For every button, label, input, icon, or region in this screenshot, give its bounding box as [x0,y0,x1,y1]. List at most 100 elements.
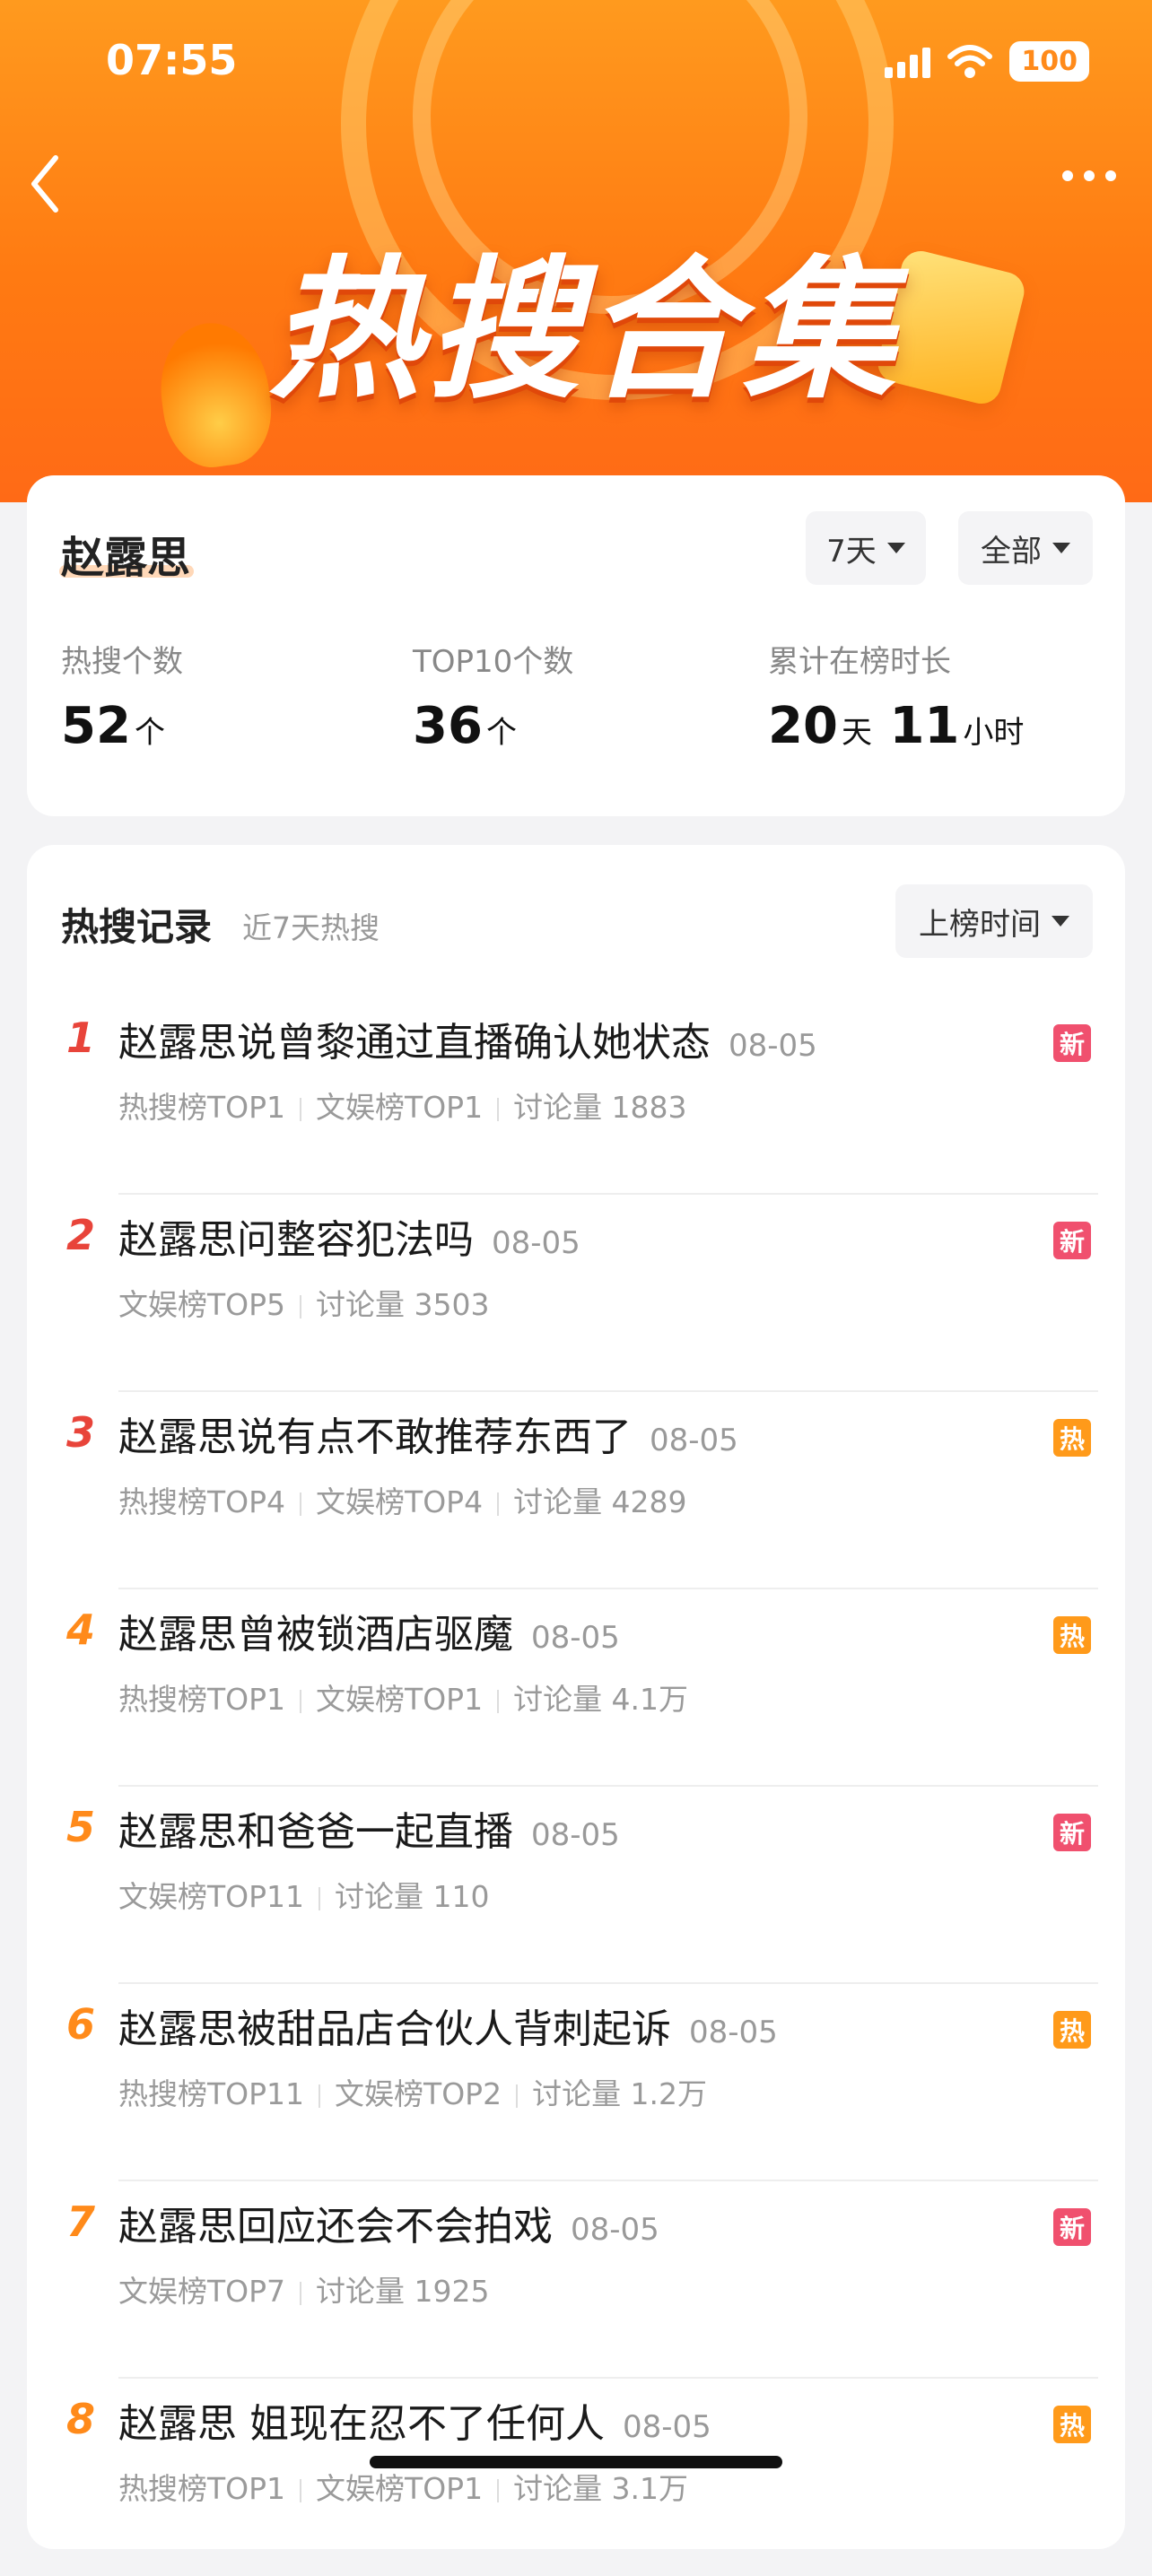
list-item[interactable]: 2 赵露思问整容犯法吗 08-05 文娱榜TOP5 讨论量 3503 新 [27,1195,1125,1392]
status-badge: 新 [1053,1814,1091,1851]
records-subtitle: 近7天热搜 [242,910,380,945]
caret-down-icon [1052,916,1069,927]
stat-value: 20 天 11 小时 [768,697,1025,755]
meta-separator [300,2478,302,2502]
item-meta: 文娱榜TOP5 讨论量 3503 [118,1281,490,1324]
meta-separator [300,1689,302,1713]
meta-text: 讨论量 110 [335,1879,490,1914]
status-badge: 热 [1053,2011,1091,2049]
item-date: 08-05 [650,1423,738,1458]
meta-text: 文娱榜TOP4 [316,1484,484,1519]
rank-number: 7 [65,2197,95,2246]
list-item[interactable]: 3 赵露思说有点不敢推荐东西了 08-05 热搜榜TOP4 文娱榜TOP4 讨论量 428… [27,1392,1125,1589]
stat-top10-count: TOP10个数 36 个 [413,637,573,755]
item-meta: 热搜榜TOP1 文娱榜TOP1 讨论量 1883 [118,1083,687,1127]
back-icon[interactable] [27,152,63,215]
stat-label: TOP10个数 [413,644,574,680]
item-date: 08-05 [729,1028,817,1064]
meta-separator [516,2084,519,2108]
meta-separator [319,2084,321,2108]
item-date: 08-05 [689,2015,778,2050]
item-meta: 文娱榜TOP7 讨论量 1925 [118,2267,490,2311]
stat-total-duration: 累计在榜时长 20 天 11 小时 [768,637,1024,755]
days-filter-button[interactable]: 7天 [806,511,926,585]
meta-text: 讨论量 1.2万 [532,2076,708,2111]
meta-separator [319,1886,321,1910]
person-name: 赵露思 [61,533,191,583]
item-title: 赵露思回应还会不会拍戏 08-05 [118,2204,659,2250]
meta-text: 文娱榜TOP2 [335,2076,502,2111]
item-title: 赵露思和爸爸一起直播 08-05 [118,1809,620,1855]
scope-filter-button[interactable]: 全部 [958,511,1093,585]
sort-button[interactable]: 上榜时间 [895,884,1093,958]
rank-number: 5 [65,1803,95,1851]
rank-number: 3 [65,1408,95,1457]
rank-number: 8 [65,2395,95,2443]
meta-separator [497,1492,500,1516]
meta-separator [300,1492,302,1516]
item-meta: 热搜榜TOP1 文娱榜TOP1 讨论量 4.1万 [118,1675,688,1719]
meta-text: 讨论量 3.1万 [513,2471,689,2506]
rank-number: 6 [65,2000,95,2049]
meta-text: 讨论量 1925 [316,2274,490,2309]
meta-text: 热搜榜TOP11 [118,2076,305,2111]
stat-value: 36 个 [413,697,517,755]
status-badge: 新 [1053,2208,1091,2246]
meta-text: 文娱榜TOP1 [316,2471,484,2506]
status-badge: 热 [1053,1616,1091,1654]
item-meta: 文娱榜TOP11 讨论量 110 [118,1873,490,1916]
list-item[interactable]: 7 赵露思回应还会不会拍戏 08-05 文娱榜TOP7 讨论量 1925 新 [27,2181,1125,2379]
meta-text: 讨论量 4289 [513,1484,687,1519]
list-item[interactable]: 1 赵露思说曾黎通过直播确认她状态 08-05 热搜榜TOP1 文娱榜TOP1 讨论量 1… [27,997,1125,1195]
rank-number: 1 [65,1014,95,1062]
meta-text: 讨论量 4.1万 [513,1682,689,1717]
meta-separator [497,2478,500,2502]
meta-text: 热搜榜TOP1 [118,1090,286,1125]
status-time: 07:55 [106,36,238,84]
item-title: 赵露思说有点不敢推荐东西了 08-05 [118,1414,738,1460]
more-icon[interactable] [1062,170,1116,181]
item-date: 08-05 [571,2212,659,2248]
item-title: 赵露思被甜品店合伙人背刺起诉 08-05 [118,2006,778,2052]
meta-text: 文娱榜TOP11 [118,1879,305,1914]
meta-text: 讨论量 3503 [316,1287,490,1322]
meta-text: 热搜榜TOP4 [118,1484,286,1519]
list-item[interactable]: 5 赵露思和爸爸一起直播 08-05 文娱榜TOP11 讨论量 110 新 [27,1787,1125,1984]
item-meta: 热搜榜TOP1 文娱榜TOP1 讨论量 3.1万 [118,2465,688,2508]
meta-separator [300,1294,302,1318]
meta-text: 讨论量 1883 [513,1090,687,1125]
item-title: 赵露思曾被锁酒店驱魔 08-05 [118,1612,620,1658]
scope-filter-label: 全部 [981,533,1042,570]
stat-value: 52 个 [61,697,165,755]
caret-down-icon [1052,543,1070,553]
list-item[interactable]: 6 赵露思被甜品店合伙人背刺起诉 08-05 热搜榜TOP11 文娱榜TOP2 讨论量 1… [27,1984,1125,2181]
status-badge: 新 [1053,1222,1091,1259]
item-date: 08-05 [531,1817,620,1853]
status-icons: 100 [885,41,1089,82]
item-title: 赵露思 姐现在忍不了任何人 08-05 [118,2401,711,2447]
meta-separator [497,1689,500,1713]
list-item[interactable]: 8 赵露思 姐现在忍不了任何人 08-05 热搜榜TOP1 文娱榜TOP1 讨论量 3.1… [27,2379,1125,2576]
list-item[interactable]: 4 赵露思曾被锁酒店驱魔 08-05 热搜榜TOP1 文娱榜TOP1 讨论量 4.1万 热 [27,1589,1125,1787]
caret-down-icon [886,543,905,553]
meta-text: 文娱榜TOP1 [316,1682,484,1717]
meta-text: 热搜榜TOP1 [118,2471,286,2506]
item-date: 08-05 [623,2409,711,2445]
flame-icon [152,316,279,474]
meta-text: 文娱榜TOP7 [118,2274,286,2309]
wifi-icon [947,44,993,78]
item-date: 08-05 [492,1225,580,1261]
rank-number: 4 [65,1606,95,1654]
item-date: 08-05 [531,1620,620,1656]
stat-label: 累计在榜时长 [768,644,951,680]
item-meta: 热搜榜TOP4 文娱榜TOP4 讨论量 4289 [118,1478,687,1521]
stat-label: 热搜个数 [61,644,183,680]
summary-card: 赵露思 7天 全部 热搜个数 52 个 TOP10个数 36 个 累计在榜时长 20… [27,475,1125,816]
item-title: 赵露思说曾黎通过直播确认她状态 08-05 [118,1020,817,1066]
signal-icon [885,46,931,78]
days-filter-label: 7天 [826,533,877,570]
meta-separator [300,1097,302,1121]
meta-separator [497,1097,500,1121]
stat-hot-count: 热搜个数 52 个 [61,637,183,755]
battery-indicator: 100 [1009,41,1089,82]
